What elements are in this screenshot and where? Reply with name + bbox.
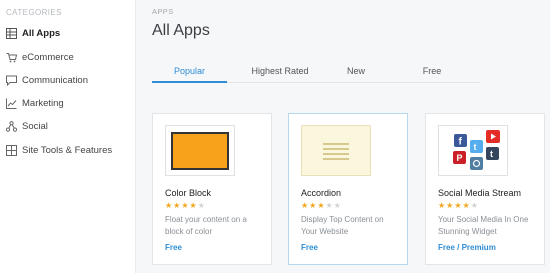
app-thumbnail — [301, 125, 371, 176]
app-title: Color Block — [165, 188, 212, 198]
star-icon: ★ — [165, 201, 174, 210]
chart-icon — [6, 98, 17, 109]
star-icon: ★ — [438, 201, 447, 210]
tab-popular[interactable]: Popular — [152, 66, 227, 76]
star-rating: ★★★★★ — [301, 201, 342, 210]
grid-icon — [6, 27, 17, 39]
star-rating: ★★★★★ — [438, 201, 479, 210]
color-block-preview — [171, 131, 229, 170]
app-thumbnail: f t P t — [438, 125, 508, 176]
breadcrumb[interactable]: APPS — [152, 7, 174, 16]
sidebar-item-label: Communication — [22, 74, 88, 86]
chat-icon — [6, 75, 17, 86]
star-icon: ★ — [325, 201, 334, 210]
app-card-accordion[interactable]: Accordion ★★★★★ Display Top Content on Y… — [288, 113, 408, 265]
tab-bar: Popular Highest Rated New Free — [152, 63, 480, 83]
star-icon: ★ — [181, 201, 190, 210]
svg-text:t: t — [474, 142, 477, 152]
sidebar-item-all-apps[interactable]: All Apps — [6, 25, 60, 41]
categories-heading: CATEGORIES — [6, 8, 62, 17]
app-title: Social Media Stream — [438, 188, 522, 198]
cart-icon — [6, 52, 17, 62]
sidebar-item-marketing[interactable]: Marketing — [6, 95, 64, 111]
sidebar-item-social[interactable]: Social — [6, 118, 48, 134]
tab-highest-rated[interactable]: Highest Rated — [242, 66, 318, 76]
tools-grid-icon — [6, 144, 17, 156]
tab-new[interactable]: New — [336, 66, 376, 76]
star-icon: ★ — [470, 201, 479, 210]
twitter-icon — [470, 139, 483, 153]
sidebar-item-label: eCommerce — [22, 51, 74, 63]
sidebar: CATEGORIES All Apps eCommerce Communicat… — [0, 0, 136, 273]
sidebar-item-label: Social — [22, 120, 48, 132]
star-icon: ★ — [301, 201, 310, 210]
star-icon: ★ — [189, 201, 198, 210]
sidebar-item-ecommerce[interactable]: eCommerce — [6, 49, 74, 65]
svg-text:t: t — [490, 149, 493, 159]
star-rating: ★★★★★ — [165, 201, 206, 210]
sidebar-item-label: All Apps — [22, 27, 61, 39]
sidebar-item-communication[interactable]: Communication — [6, 72, 88, 88]
app-description: Float your content on a block of color — [165, 215, 247, 236]
sidebar-item-label: Marketing — [22, 97, 64, 109]
active-tab-indicator — [152, 81, 227, 83]
main-content: APPS All Apps Popular Highest Rated New … — [136, 0, 550, 273]
star-icon: ★ — [317, 201, 326, 210]
star-icon: ★ — [454, 201, 463, 210]
app-description: Your Social Media In One Stunning Widget — [438, 215, 529, 236]
sidebar-item-site-tools[interactable]: Site Tools & Features — [6, 142, 112, 158]
app-card-social-media-stream[interactable]: f t P t Social Media Stream ★★★★★ Your S… — [425, 113, 545, 265]
app-description: Display Top Content on Your Website — [301, 215, 384, 236]
app-thumbnail — [165, 125, 235, 176]
tab-free[interactable]: Free — [412, 66, 452, 76]
social-icons-collage: f t P t — [453, 129, 500, 170]
app-price[interactable]: Free / Premium — [438, 243, 496, 252]
svg-text:P: P — [457, 153, 463, 163]
star-icon: ★ — [462, 201, 471, 210]
app-price[interactable]: Free — [301, 243, 318, 252]
sidebar-item-label: Site Tools & Features — [22, 144, 113, 156]
app-title: Accordion — [301, 188, 342, 198]
app-price[interactable]: Free — [165, 243, 182, 252]
star-icon: ★ — [197, 201, 206, 210]
instagram-icon — [470, 156, 483, 170]
star-icon: ★ — [333, 201, 342, 210]
page-title: All Apps — [152, 22, 210, 39]
share-icon — [6, 120, 17, 132]
app-card-color-block[interactable]: Color Block ★★★★★ Float your content on … — [152, 113, 272, 265]
accordion-lines-icon — [323, 142, 349, 160]
